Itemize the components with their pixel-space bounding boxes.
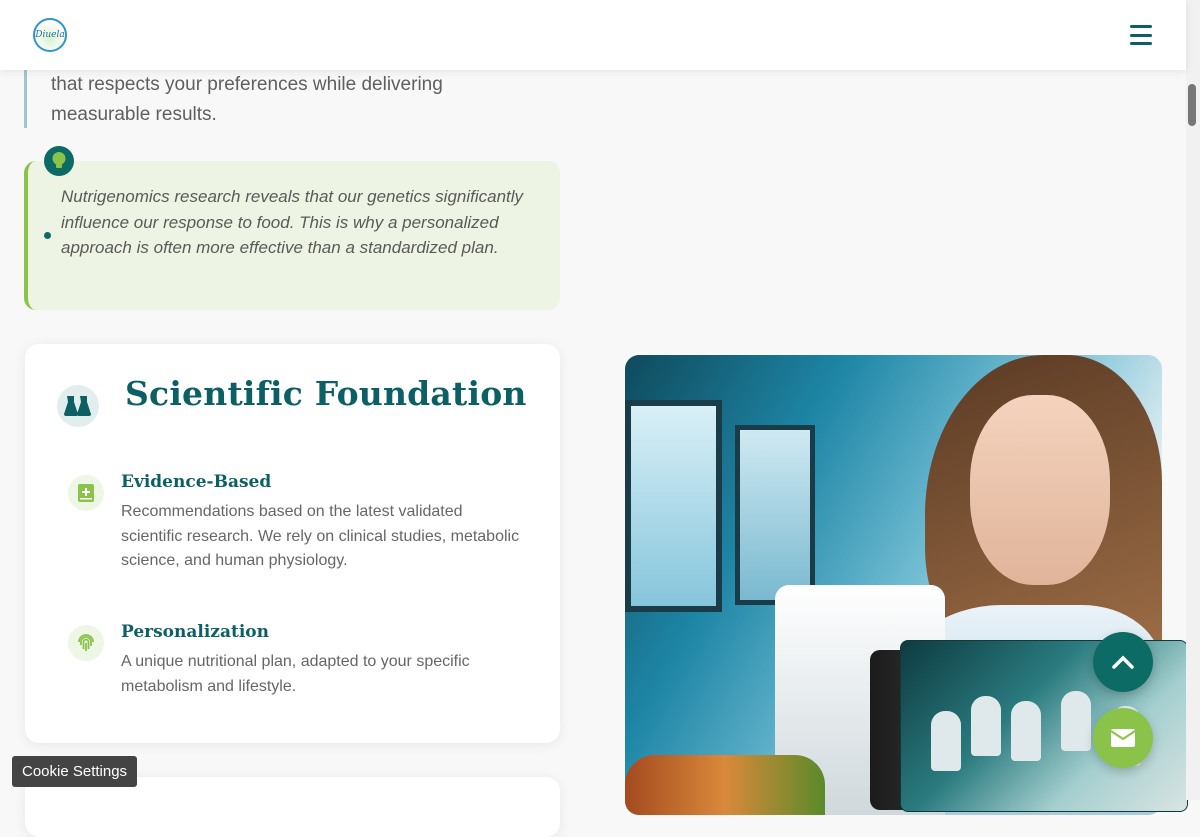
tip-text: Nutrigenomics research reveals that our … (61, 187, 524, 257)
feature-desc-evidence: Recommendations based on the latest vali… (121, 503, 520, 569)
fingerprint-icon (68, 625, 104, 661)
intro-quote-text: that respects your preferences while del… (51, 74, 443, 125)
chevron-up-icon (1112, 655, 1134, 669)
contact-button[interactable] (1093, 708, 1153, 768)
feature-desc-personalization: A unique nutritional plan, adapted to yo… (121, 653, 470, 695)
hamburger-icon[interactable] (1124, 22, 1158, 48)
bullet-dot (44, 232, 51, 239)
site-header: Diuela (0, 0, 1186, 70)
intro-quote: that respects your preferences while del… (24, 70, 547, 128)
logo-text: Diuela (35, 30, 65, 40)
site-logo[interactable]: Diuela (33, 18, 67, 52)
cookie-settings-button[interactable]: Cookie Settings (12, 756, 138, 787)
scrollbar-thumb[interactable] (1188, 84, 1196, 126)
scientific-foundation-card: Scientific Foundation Evidence-Based Rec… (25, 344, 560, 743)
lightbulb-icon (44, 146, 74, 176)
envelope-icon (1110, 729, 1136, 747)
feature-title-personalization: Personalization (121, 622, 269, 642)
feature-title-evidence: Evidence-Based (121, 472, 272, 492)
card-title: Scientific Foundation (125, 374, 527, 413)
flask-icon (57, 385, 99, 427)
scroll-top-button[interactable] (1093, 632, 1153, 692)
book-plus-icon (68, 475, 104, 511)
